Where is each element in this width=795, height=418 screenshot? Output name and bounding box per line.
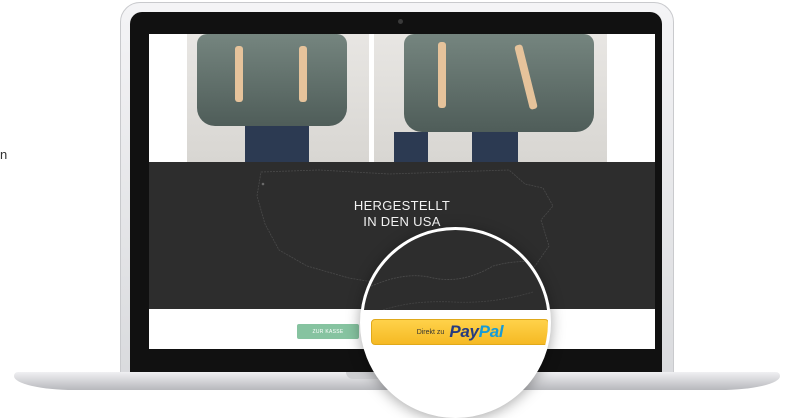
magnified-map-area bbox=[363, 230, 548, 311]
checkout-label: ZUR KASSE bbox=[312, 328, 344, 335]
paypal-logo-pay: Pay bbox=[449, 322, 479, 341]
product-photo-left bbox=[187, 34, 369, 162]
paypal-logo: PayPal bbox=[449, 322, 503, 342]
headline-line-2: IN DEN USA bbox=[363, 214, 441, 229]
paypal-prefix: Direkt zu bbox=[416, 328, 445, 336]
product-photo-right bbox=[374, 34, 607, 162]
paypal-logo-pal: Pal bbox=[478, 322, 504, 341]
camera-icon bbox=[398, 19, 403, 24]
checkout-button[interactable]: ZUR KASSE bbox=[297, 324, 359, 339]
zoom-magnifier: Direkt zu PayPal bbox=[360, 227, 551, 418]
headline: HERGESTELLT IN DEN USA bbox=[149, 198, 655, 230]
paypal-checkout-button[interactable]: Direkt zu PayPal bbox=[371, 319, 548, 345]
headline-line-1: HERGESTELLT bbox=[353, 198, 451, 213]
product-hero bbox=[149, 34, 655, 162]
side-text-fragment: n bbox=[0, 147, 8, 162]
magnified-map-outline bbox=[363, 261, 548, 311]
